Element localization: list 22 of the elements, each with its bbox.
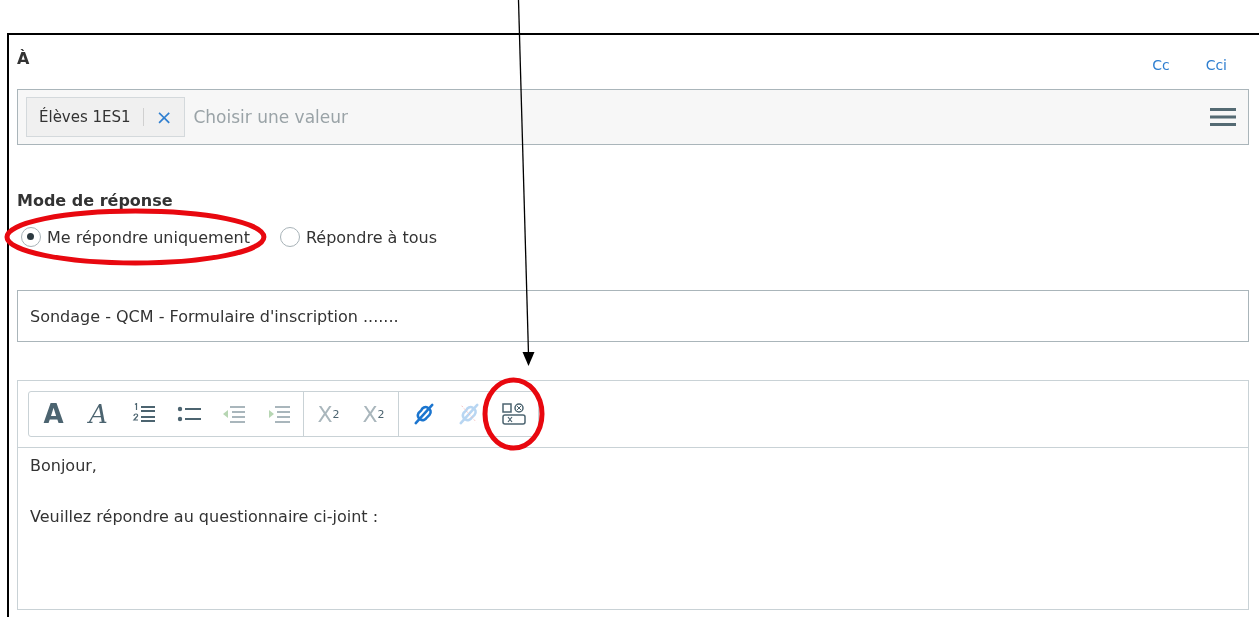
field-label: À xyxy=(17,49,30,68)
section-label: Mode de réponse xyxy=(17,191,174,210)
indent-icon xyxy=(266,403,291,425)
paragraph: Bonjour, xyxy=(30,456,98,475)
numbered-list-icon xyxy=(131,403,156,425)
radio-button[interactable] xyxy=(279,227,300,247)
paragraph: Veuillez répondre au questionnaire ci-joint : xyxy=(30,507,380,526)
recipient-link[interactable]: Cci xyxy=(1205,57,1227,73)
radio-option[interactable]: Me répondre uniquement xyxy=(21,224,250,250)
outdent-icon xyxy=(221,403,246,425)
recipient-field[interactable]: Élèves 1ES1 × Choisir une valeur xyxy=(17,89,1249,145)
menu-icon[interactable] xyxy=(1210,107,1236,127)
radio-button[interactable] xyxy=(21,227,41,247)
remove-button[interactable]: × xyxy=(155,105,173,129)
radio-option[interactable]: Répondre à tous xyxy=(279,224,437,250)
chip-label: Élèves 1ES1 xyxy=(39,108,131,126)
recipient-chip[interactable]: Élèves 1ES1 × xyxy=(26,97,186,137)
recipient-link[interactable]: Cc xyxy=(1152,57,1170,73)
form-field-icon xyxy=(501,403,526,425)
bold-button[interactable]: A xyxy=(31,392,76,436)
italic-button[interactable]: A xyxy=(76,392,121,436)
subject-field[interactable]: Sondage - QCM - Formulaire d'inscription ....... xyxy=(17,290,1249,342)
